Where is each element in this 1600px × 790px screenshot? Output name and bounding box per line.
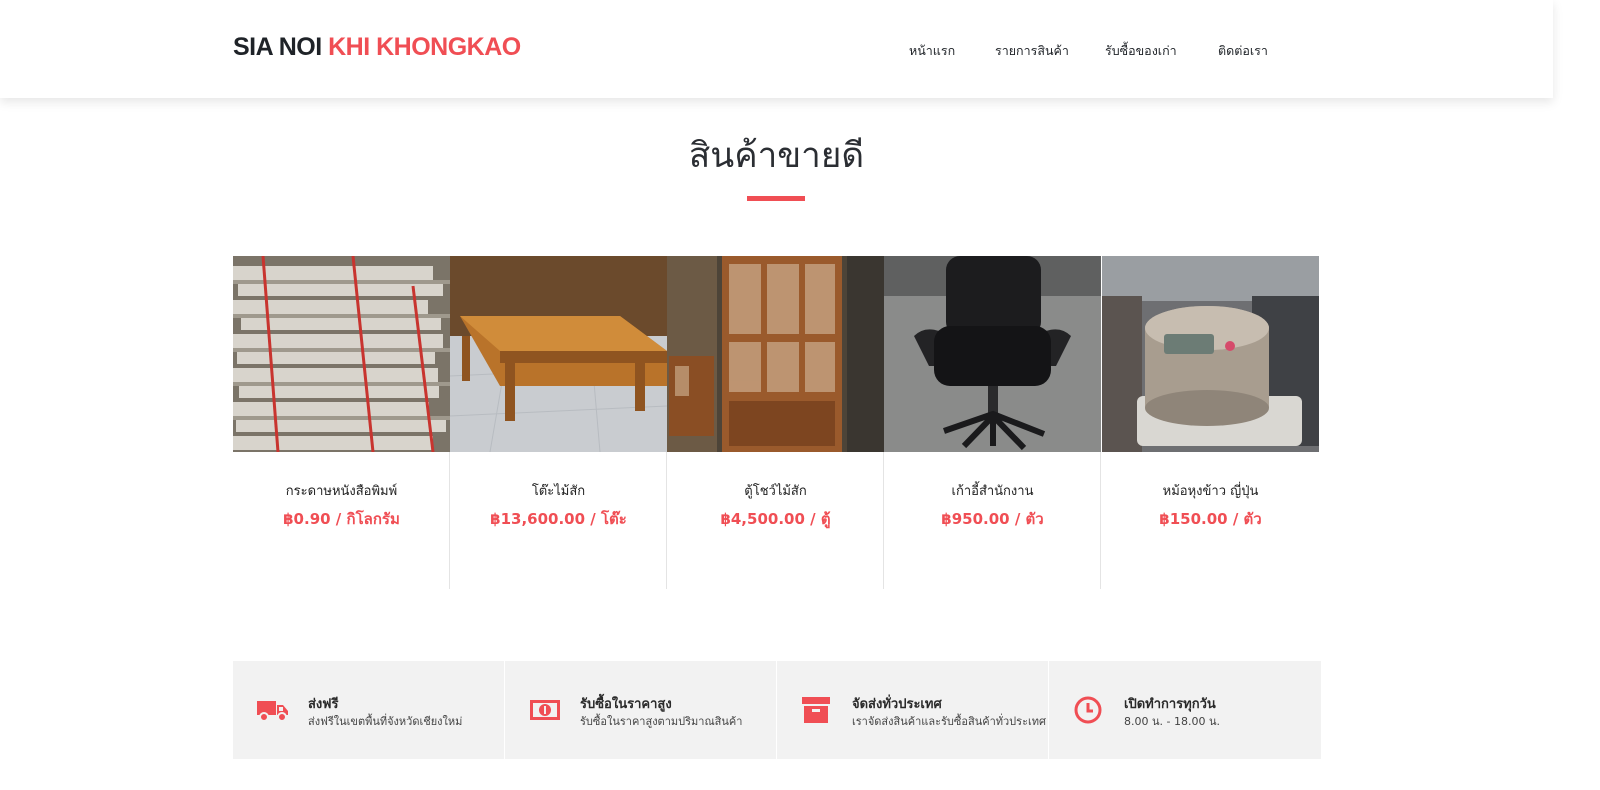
product-price: ฿0.90 / กิโลกรัม bbox=[283, 510, 400, 528]
site-logo[interactable]: SIA NOI KHI KHONGKAO bbox=[233, 33, 521, 62]
clock-icon bbox=[1073, 695, 1105, 725]
product-grid: กระดาษหนังสือพิมพ์ ฿0.90 / กิโลกรัม โต๊ะ… bbox=[233, 256, 1320, 589]
nav-contact[interactable]: ติดต่อเรา bbox=[1218, 41, 1268, 61]
product-image-rice-cooker[interactable] bbox=[1102, 256, 1319, 452]
product-price: ฿950.00 / ตัว bbox=[941, 510, 1044, 528]
product-image-chair[interactable] bbox=[884, 256, 1101, 452]
feature-desc: 8.00 น. - 18.00 น. bbox=[1124, 715, 1220, 728]
feature-title: เปิดทำการทุกวัน bbox=[1124, 697, 1216, 712]
product-image-cabinet[interactable] bbox=[667, 256, 884, 452]
nav-home[interactable]: หน้าแรก bbox=[909, 41, 955, 61]
logo-part-1: SIA NOI bbox=[233, 33, 322, 61]
feature-desc: รับซื้อในราคาสูงตามปริมาณสินค้า bbox=[580, 715, 743, 728]
product-card[interactable]: หม้อหุงข้าว ญี่ปุ่น ฿150.00 / ตัว bbox=[1102, 256, 1319, 589]
product-card[interactable]: ตู้โชว์ไม้สัก ฿4,500.00 / ตู้ bbox=[667, 256, 884, 589]
feature-high-price: รับซื้อในราคาสูง รับซื้อในราคาสูงตามปริม… bbox=[505, 661, 777, 759]
money-icon bbox=[529, 695, 561, 725]
product-name[interactable]: เก้าอี้สำนักงาน bbox=[884, 480, 1101, 501]
product-image-table[interactable] bbox=[450, 256, 667, 452]
product-card[interactable]: โต๊ะไม้สัก ฿13,600.00 / โต๊ะ bbox=[450, 256, 667, 589]
feature-free-shipping: ส่งฟรี ส่งฟรีในเขตพื้นที่จังหวัดเชียงใหม… bbox=[233, 661, 505, 759]
section-title: สินค้าขายดี bbox=[688, 136, 865, 176]
product-name[interactable]: หม้อหุงข้าว ญี่ปุ่น bbox=[1102, 480, 1319, 501]
product-price: ฿150.00 / ตัว bbox=[1159, 510, 1262, 528]
logo-part-2: KHI KHONGKAO bbox=[328, 33, 521, 61]
product-card[interactable]: เก้าอี้สำนักงาน ฿950.00 / ตัว bbox=[884, 256, 1101, 589]
feature-desc: เราจัดส่งสินค้าและรับซื้อสินค้าทั่วประเท… bbox=[852, 715, 1046, 728]
feature-open-daily: เปิดทำการทุกวัน 8.00 น. - 18.00 น. bbox=[1049, 661, 1321, 759]
nav-buy-used[interactable]: รับซื้อของเก่า bbox=[1105, 41, 1177, 61]
feature-title: รับซื้อในราคาสูง bbox=[580, 697, 672, 712]
feature-desc: ส่งฟรีในเขตพื้นที่จังหวัดเชียงใหม่ bbox=[308, 715, 463, 728]
product-price: ฿13,600.00 / โต๊ะ bbox=[490, 510, 627, 528]
nav-products[interactable]: รายการสินค้า bbox=[995, 41, 1069, 61]
box-icon bbox=[801, 695, 833, 725]
feature-title: จัดส่งทั่วประเทศ bbox=[852, 697, 942, 712]
product-name[interactable]: กระดาษหนังสือพิมพ์ bbox=[233, 480, 450, 501]
product-name[interactable]: ตู้โชว์ไม้สัก bbox=[667, 480, 884, 501]
truck-icon bbox=[257, 695, 289, 725]
site-header: SIA NOI KHI KHONGKAO หน้าแรก รายการสินค้… bbox=[0, 0, 1553, 98]
product-card[interactable]: กระดาษหนังสือพิมพ์ ฿0.90 / กิโลกรัม bbox=[233, 256, 450, 589]
title-underline bbox=[747, 196, 805, 201]
feature-title: ส่งฟรี bbox=[308, 697, 339, 712]
feature-nationwide: จัดส่งทั่วประเทศ เราจัดส่งสินค้าและรับซื… bbox=[777, 661, 1049, 759]
product-name[interactable]: โต๊ะไม้สัก bbox=[450, 480, 667, 501]
feature-bar: ส่งฟรี ส่งฟรีในเขตพื้นที่จังหวัดเชียงใหม… bbox=[233, 661, 1321, 759]
product-image-newspaper[interactable] bbox=[233, 256, 450, 452]
product-price: ฿4,500.00 / ตู้ bbox=[720, 510, 831, 528]
